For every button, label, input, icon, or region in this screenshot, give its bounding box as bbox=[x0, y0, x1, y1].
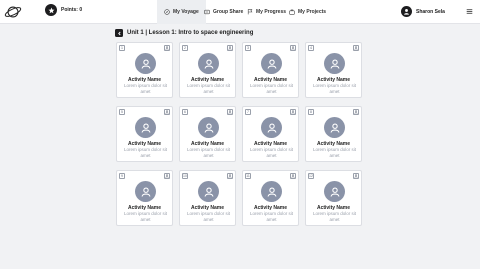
tab-label: Group Share bbox=[213, 9, 244, 15]
activity-avatar-icon bbox=[198, 117, 219, 138]
activity-description: Lorem ipsum dolor sit amet bbox=[249, 147, 294, 158]
activity-card[interactable]: 9 Activity Name Lorem ipsum dolor sit amet bbox=[116, 170, 173, 226]
activity-description: Lorem ipsum dolor sit amet bbox=[312, 147, 357, 158]
activity-avatar-icon bbox=[135, 117, 156, 138]
flag-icon bbox=[247, 9, 253, 15]
user-assignment-icon[interactable] bbox=[353, 173, 359, 179]
activity-avatar-icon bbox=[198, 53, 219, 74]
user-assignment-icon[interactable] bbox=[227, 109, 233, 115]
activity-number: 8 bbox=[308, 109, 314, 115]
user-assignment-icon[interactable] bbox=[353, 109, 359, 115]
user-profile[interactable]: Sharon Sela bbox=[401, 6, 445, 17]
activity-number: 4 bbox=[308, 45, 314, 51]
user-assignment-icon[interactable] bbox=[353, 45, 359, 51]
activity-avatar-icon bbox=[261, 181, 282, 202]
activity-card[interactable]: 12 Activity Name Lorem ipsum dolor sit ame… bbox=[305, 170, 362, 226]
activity-description: Lorem ipsum dolor sit amet bbox=[186, 147, 231, 158]
tab-my-projects[interactable]: My Projects bbox=[282, 0, 333, 24]
star-icon bbox=[45, 4, 57, 16]
planet-logo-icon[interactable] bbox=[4, 3, 22, 21]
activity-card[interactable]: 5 Activity Name Lorem ipsum dolor sit amet bbox=[116, 106, 173, 162]
activity-number: 7 bbox=[245, 109, 251, 115]
activity-number: 1 bbox=[119, 45, 125, 51]
user-assignment-icon[interactable] bbox=[227, 173, 233, 179]
activity-avatar-icon bbox=[324, 181, 345, 202]
activity-number: 11 bbox=[245, 173, 251, 179]
activity-number: 3 bbox=[245, 45, 251, 51]
activity-number: 12 bbox=[308, 173, 314, 179]
user-assignment-icon[interactable] bbox=[290, 173, 296, 179]
activity-card[interactable]: 10 Activity Name Lorem ipsum dolor sit ame… bbox=[179, 170, 236, 226]
share-icon bbox=[204, 9, 210, 15]
user-assignment-icon[interactable] bbox=[227, 45, 233, 51]
tab-label: My Voyage bbox=[173, 9, 199, 15]
back-button[interactable] bbox=[115, 29, 123, 37]
activity-description: Lorem ipsum dolor sit amet bbox=[249, 83, 294, 94]
activity-description: Lorem ipsum dolor sit amet bbox=[186, 211, 231, 222]
activity-avatar-icon bbox=[324, 117, 345, 138]
activity-description: Lorem ipsum dolor sit amet bbox=[123, 147, 168, 158]
activity-number: 6 bbox=[182, 109, 188, 115]
top-navigation-bar: Points: 0 My Voyage Group Share My Progr… bbox=[0, 0, 480, 24]
activity-avatar-icon bbox=[198, 181, 219, 202]
activity-number: 2 bbox=[182, 45, 188, 51]
menu-icon[interactable] bbox=[466, 8, 473, 15]
activity-avatar-icon bbox=[261, 117, 282, 138]
activity-avatar-icon bbox=[135, 53, 156, 74]
activity-avatar-icon bbox=[135, 181, 156, 202]
briefcase-icon bbox=[289, 9, 295, 15]
activity-description: Lorem ipsum dolor sit amet bbox=[186, 83, 231, 94]
chevron-left-icon bbox=[117, 31, 121, 35]
user-assignment-icon[interactable] bbox=[164, 45, 170, 51]
activity-card[interactable]: 1 Activity Name Lorem ipsum dolor sit amet bbox=[116, 42, 173, 98]
activity-card[interactable]: 2 Activity Name Lorem ipsum dolor sit amet bbox=[179, 42, 236, 98]
activity-description: Lorem ipsum dolor sit amet bbox=[312, 211, 357, 222]
lesson-title: Unit 1 | Lesson 1: Intro to space engine… bbox=[127, 30, 254, 36]
tab-label: My Projects bbox=[298, 9, 327, 15]
activity-description: Lorem ipsum dolor sit amet bbox=[249, 211, 294, 222]
activity-card[interactable]: 8 Activity Name Lorem ipsum dolor sit amet bbox=[305, 106, 362, 162]
points-label: Points: 0 bbox=[61, 7, 83, 13]
activity-number: 9 bbox=[119, 173, 125, 179]
activity-avatar-icon bbox=[261, 53, 282, 74]
user-assignment-icon[interactable] bbox=[164, 109, 170, 115]
activity-number: 10 bbox=[182, 173, 188, 179]
activity-card[interactable]: 6 Activity Name Lorem ipsum dolor sit amet bbox=[179, 106, 236, 162]
user-assignment-icon[interactable] bbox=[290, 109, 296, 115]
user-icon bbox=[404, 9, 409, 15]
activity-description: Lorem ipsum dolor sit amet bbox=[123, 211, 168, 222]
user-name: Sharon Sela bbox=[416, 8, 445, 15]
activity-card[interactable]: 3 Activity Name Lorem ipsum dolor sit amet bbox=[242, 42, 299, 98]
activity-description: Lorem ipsum dolor sit amet bbox=[123, 83, 168, 94]
activity-description: Lorem ipsum dolor sit amet bbox=[312, 83, 357, 94]
avatar bbox=[401, 6, 412, 17]
points-display: Points: 0 bbox=[45, 4, 82, 16]
activity-card[interactable]: 4 Activity Name Lorem ipsum dolor sit amet bbox=[305, 42, 362, 98]
activity-card[interactable]: 7 Activity Name Lorem ipsum dolor sit amet bbox=[242, 106, 299, 162]
compass-icon bbox=[164, 9, 170, 15]
lesson-header: Unit 1 | Lesson 1: Intro to space engine… bbox=[115, 29, 253, 37]
activity-number: 5 bbox=[119, 109, 125, 115]
activity-avatar-icon bbox=[324, 53, 345, 74]
activity-card[interactable]: 11 Activity Name Lorem ipsum dolor sit ame… bbox=[242, 170, 299, 226]
user-assignment-icon[interactable] bbox=[290, 45, 296, 51]
user-assignment-icon[interactable] bbox=[164, 173, 170, 179]
